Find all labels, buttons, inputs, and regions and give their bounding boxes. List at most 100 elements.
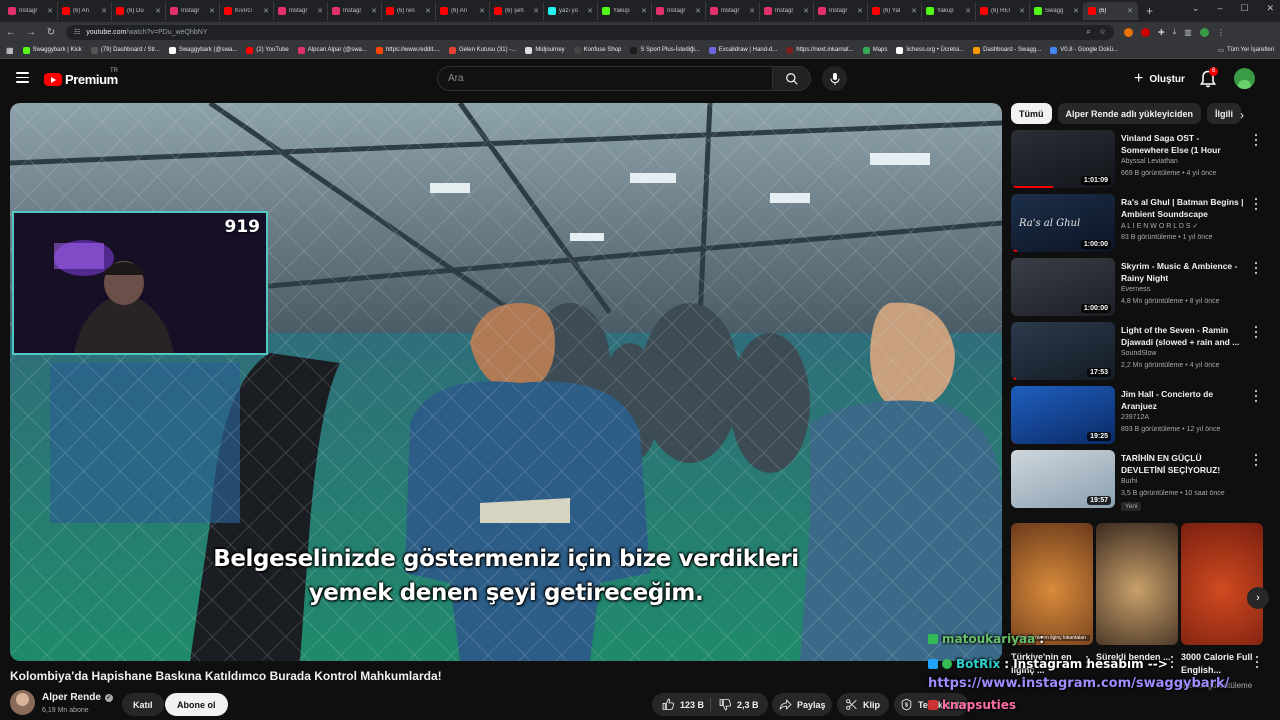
bookmark-item[interactable]: Dashboard - Swagg... (973, 46, 1041, 54)
bookmark-item[interactable]: Midjourney (525, 46, 565, 54)
close-window-icon[interactable]: ✕ (1266, 3, 1274, 14)
chips-next-arrow-icon[interactable]: › (1240, 108, 1244, 122)
short-thumbnail[interactable] (1096, 523, 1178, 645)
video-thumbnail[interactable]: Ra's al Ghul 1:00:00 (1011, 194, 1115, 252)
reload-icon[interactable]: ↻ (46, 27, 56, 38)
bookmark-item[interactable]: Konfuse Shop (573, 46, 621, 54)
browser-tab[interactable]: Yakup ✕ (922, 2, 976, 20)
bookmark-item[interactable]: lichess.org • Ücretsi... (896, 46, 964, 54)
close-tab-icon[interactable]: ✕ (371, 7, 377, 15)
browser-tab[interactable]: Instagr ✕ (4, 2, 58, 20)
voice-search-button[interactable] (822, 66, 847, 91)
video-thumbnail[interactable]: 1:00:00 (1011, 258, 1115, 316)
short-thumbnail[interactable] (1181, 523, 1263, 645)
close-tab-icon[interactable]: ✕ (479, 7, 485, 15)
bookmark-item[interactable]: Swaggybark | Kick (22, 46, 82, 54)
bookmark-item[interactable]: https://next.inkarnat... (786, 46, 854, 54)
more-options-icon[interactable] (1254, 390, 1258, 402)
close-tab-icon[interactable]: ✕ (209, 7, 215, 15)
browser-tab[interactable]: (6) An ✕ (58, 2, 112, 20)
channel-avatar[interactable] (10, 690, 35, 715)
more-options-icon[interactable] (1254, 134, 1258, 146)
video-thumbnail[interactable]: 1:01:09 (1011, 130, 1115, 188)
close-tab-icon[interactable]: ✕ (857, 7, 863, 15)
close-tab-icon[interactable]: ✕ (263, 7, 269, 15)
shorts-next-arrow-icon[interactable]: › (1247, 587, 1269, 609)
close-tab-icon[interactable]: ✕ (803, 7, 809, 15)
more-options-icon[interactable] (1254, 262, 1258, 274)
browser-tab[interactable]: Instagr ✕ (814, 2, 868, 20)
share-button[interactable]: Paylaş (779, 693, 826, 716)
browser-tab[interactable]: Instagr ✕ (328, 2, 382, 20)
recommended-video-title[interactable]: TARİHİN EN GÜÇLÜ DEVLETİNİ SEÇİYORUZ! Qu… (1121, 452, 1246, 476)
browser-tab[interactable]: yazı yo ✕ (544, 2, 598, 20)
bookmark-item[interactable]: Swaggybark (@swa... (168, 46, 237, 54)
downloads-icon[interactable]: ⤓ (1173, 27, 1177, 37)
extension-icon[interactable] (1124, 27, 1133, 37)
minimize-icon[interactable]: – (1217, 3, 1222, 14)
recommended-video-title[interactable]: Light of the Seven - Ramin Djawadi (slow… (1121, 324, 1246, 348)
close-tab-icon[interactable]: ✕ (101, 7, 107, 15)
recommended-channel-name[interactable]: Burhi (1121, 478, 1137, 485)
recommended-channel-name[interactable]: 239712A (1121, 414, 1149, 421)
recommended-video-title[interactable]: Ra's al Ghul | Batman Begins | Ambient S… (1121, 196, 1246, 220)
apps-grid-icon[interactable]: ▦ (6, 46, 14, 55)
address-bar[interactable]: ☷ youtube.com/watch?v=PDu_weQhbNY ⌕ ☆ (66, 24, 1114, 40)
browser-tab[interactable]: Instagr ✕ (706, 2, 760, 20)
close-tab-icon[interactable]: ✕ (1127, 7, 1133, 15)
video-player[interactable]: 919 Belgeselinizde göstermeniz için bize… (10, 103, 1002, 661)
browser-tab[interactable]: Kıvırcı ✕ (220, 2, 274, 20)
close-tab-icon[interactable]: ✕ (47, 7, 53, 15)
browser-tab[interactable]: (6) ✕ (1084, 2, 1138, 20)
new-tab-icon[interactable]: + (1146, 4, 1153, 18)
close-tab-icon[interactable]: ✕ (749, 7, 755, 15)
close-tab-icon[interactable]: ✕ (911, 7, 917, 15)
search-input[interactable]: Ara (437, 66, 773, 91)
recommended-video-title[interactable]: Skyrim - Music & Ambience - Rainy Night (1121, 260, 1246, 284)
browser-tab[interactable]: (6) şeh ✕ (490, 2, 544, 20)
bookmark-item[interactable]: Maps (862, 46, 887, 54)
filter-chip[interactable]: İlgili (1207, 103, 1242, 124)
channel-name[interactable]: Alper Rende (42, 692, 101, 703)
youtube-premium-logo[interactable]: Premium (44, 72, 118, 87)
chrome-menu-icon[interactable]: ⋮ (1217, 28, 1225, 37)
recommended-video[interactable]: 1:01:09 Vinland Saga OST - Somewhere Else… (1011, 130, 1266, 190)
bookmark-item[interactable]: (79) Dashboard / Str... (90, 46, 160, 54)
browser-tab[interactable]: Yakup ✕ (598, 2, 652, 20)
browser-tab[interactable]: (6) Du ✕ (112, 2, 166, 20)
recommended-channel-name[interactable]: SoundSlow (1121, 350, 1156, 357)
create-button[interactable]: + Oluştur (1124, 67, 1195, 91)
browser-tab[interactable]: (6) An ✕ (436, 2, 490, 20)
zoom-icon[interactable]: ⌕ (1086, 27, 1090, 37)
close-tab-icon[interactable]: ✕ (695, 7, 701, 15)
close-tab-icon[interactable]: ✕ (965, 7, 971, 15)
extensions-puzzle-icon[interactable]: ✚ (1158, 28, 1165, 37)
back-icon[interactable]: ← (6, 27, 16, 38)
recommended-video-title[interactable]: Vinland Saga OST - Somewhere Else (1 Hou… (1121, 132, 1246, 156)
like-button[interactable]: 123 B (662, 693, 704, 716)
more-options-icon[interactable] (1254, 326, 1258, 338)
all-bookmarks[interactable]: ▭ Tüm Yer İşaretleri (1218, 47, 1274, 54)
browser-tab[interactable]: Instagr ✕ (274, 2, 328, 20)
close-tab-icon[interactable]: ✕ (425, 7, 431, 15)
close-tab-icon[interactable]: ✕ (587, 7, 593, 15)
menu-icon[interactable] (16, 72, 29, 83)
bookmark-item[interactable]: (2) YouTube (246, 46, 289, 54)
close-tab-icon[interactable]: ✕ (317, 7, 323, 15)
clip-button[interactable]: Klip (845, 693, 880, 716)
video-thumbnail[interactable]: 17:53 (1011, 322, 1115, 380)
browser-tab[interactable]: Swagg ✕ (1030, 2, 1084, 20)
maximize-icon[interactable]: ☐ (1240, 3, 1248, 14)
account-avatar[interactable] (1234, 68, 1255, 89)
browser-tab[interactable]: (6) REI ✕ (976, 2, 1030, 20)
bookmark-item[interactable]: Alpcan Alpar (@swa... (297, 46, 367, 54)
bookmark-item[interactable]: Gelen Kutusu (31) -... (448, 46, 516, 54)
tab-search-icon[interactable]: ⌄ (1192, 3, 1200, 14)
browser-tab[interactable]: Instagr ✕ (166, 2, 220, 20)
recommended-video[interactable]: 17:53 Light of the Seven - Ramin Djawadi … (1011, 322, 1266, 382)
channel-name-row[interactable]: Alper Rende ✓ (42, 692, 113, 703)
subscribe-button[interactable]: Abone ol (165, 693, 228, 716)
filter-chip[interactable]: Alper Rende adlı yükleyiciden (1057, 103, 1202, 124)
filter-chip[interactable]: Tümü (1011, 103, 1052, 124)
close-tab-icon[interactable]: ✕ (1019, 7, 1025, 15)
